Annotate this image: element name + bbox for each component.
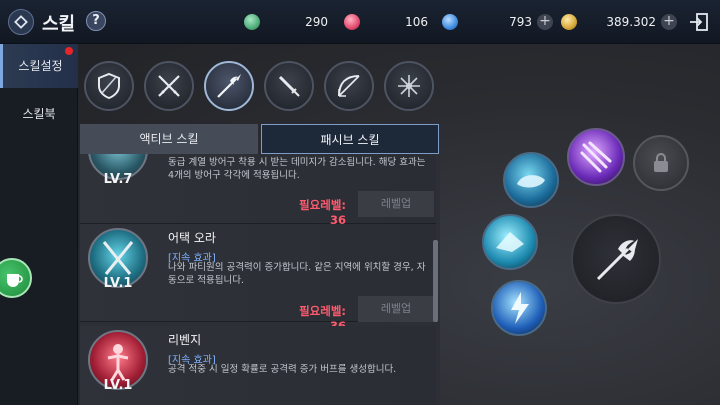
green-gem-icon	[244, 14, 260, 30]
weapon-bow-button[interactable]	[324, 61, 374, 111]
blue-crystal-value: 793	[509, 15, 532, 29]
list-item: LV.7 동급 계열 방어구 착용 시 받는 데미지가 감소됩니다. 해당 효과…	[80, 154, 436, 227]
skill-description: 나와 파티원의 공격력이 증가합니다. 같은 지역에 위치할 경우, 자동으로 …	[168, 262, 426, 286]
lightning-skill-slot[interactable]	[491, 280, 547, 336]
gold-value: 389.302	[606, 15, 656, 29]
dagger-weapon-icon	[278, 75, 300, 97]
exit-door-icon	[690, 13, 708, 31]
sidebar: 스킬설정 스킬북	[0, 44, 78, 405]
skill-level: LV.7	[103, 172, 133, 187]
level-up-button[interactable]: 레벨업	[358, 191, 434, 217]
skill-level: LV.1	[103, 378, 133, 393]
skill-name: 어택 오라	[168, 231, 216, 245]
notification-dot	[65, 47, 73, 55]
blue-crystal-icon	[442, 14, 458, 30]
orb-weapon-icon	[398, 75, 420, 97]
green-gem-value: 290	[305, 15, 328, 29]
weapon-dual-swords-button[interactable]	[144, 61, 194, 111]
skill-description: 공격 적중 시 일정 확률로 공격력 증가 버프를 생성합니다.	[168, 364, 397, 375]
bow-weapon-icon	[338, 75, 360, 97]
spear-attack-icon	[596, 239, 638, 281]
whale-skill-slot[interactable]	[503, 152, 559, 208]
sidebar-item-skill-settings[interactable]: 스킬설정	[0, 44, 78, 88]
dual-swords-weapon-icon	[158, 75, 180, 97]
currency-green-gem	[244, 12, 260, 32]
sidebar-item-label: 스킬북	[22, 107, 56, 121]
whale-icon	[517, 175, 545, 188]
add-gold-button[interactable]: +	[661, 14, 677, 30]
red-gem-value: 106	[405, 15, 428, 29]
help-button[interactable]: ?	[86, 11, 106, 31]
ice-skill-slot[interactable]	[482, 214, 538, 270]
page-title: 스킬	[42, 14, 76, 35]
list-item: LV.1 리벤지 [지속 효과] 공격 적중 시 일정 확률로 공격력 증가 버…	[80, 326, 436, 405]
exit-button[interactable]	[688, 11, 710, 33]
currency-blue-crystal	[442, 12, 458, 32]
tab-active-skill[interactable]: 액티브 스킬	[80, 124, 258, 154]
ice-shard-icon	[496, 232, 524, 252]
level-up-button[interactable]: 레벨업	[358, 296, 434, 322]
skill-name: 리벤지	[168, 333, 202, 347]
weapon-orb-button[interactable]	[384, 61, 434, 111]
meteor-icon	[580, 141, 612, 173]
shield-weapon-icon	[98, 72, 120, 100]
gold-coin-icon	[561, 14, 577, 30]
sidebar-item-skill-book[interactable]: 스킬북	[0, 92, 78, 136]
currency-red-gem	[344, 12, 360, 32]
top-bar: 스킬 ? 290 106 793 + 389.302 +	[0, 0, 720, 44]
lightning-icon	[511, 292, 529, 324]
lock-icon	[654, 153, 668, 172]
weapon-spear-button[interactable]	[204, 61, 254, 111]
add-blue-crystal-button[interactable]: +	[537, 14, 553, 30]
chat-button[interactable]	[0, 258, 32, 298]
weapon-shield-button[interactable]	[84, 61, 134, 111]
skill-level: LV.1	[103, 276, 133, 291]
red-gem-icon	[344, 14, 360, 30]
skill-list[interactable]: LV.7 동급 계열 방어구 착용 시 받는 데미지가 감소됩니다. 해당 효과…	[80, 154, 440, 405]
meteor-skill-slot[interactable]	[567, 128, 625, 186]
weapon-dagger-button[interactable]	[264, 61, 314, 111]
scrollbar[interactable]	[433, 240, 438, 322]
sidebar-item-label: 스킬설정	[18, 59, 63, 73]
main-attack-button[interactable]	[571, 214, 661, 304]
required-level: 필요레벨: 36	[299, 198, 346, 227]
skill-description: 동급 계열 방어구 착용 시 받는 데미지가 감소됩니다. 해당 효과는 4개의…	[168, 157, 426, 181]
tab-passive-skill[interactable]: 패시브 스킬	[261, 124, 439, 154]
back-arrow-icon	[14, 15, 28, 29]
spear-weapon-icon	[217, 74, 241, 98]
currency-gold	[561, 12, 577, 32]
list-item: LV.1 어택 오라 [지속 효과] 나와 파티원의 공격력이 증가합니다. 같…	[80, 224, 436, 333]
cup-icon	[7, 274, 23, 287]
locked-skill-slot[interactable]	[633, 135, 689, 191]
back-button[interactable]	[8, 9, 34, 35]
